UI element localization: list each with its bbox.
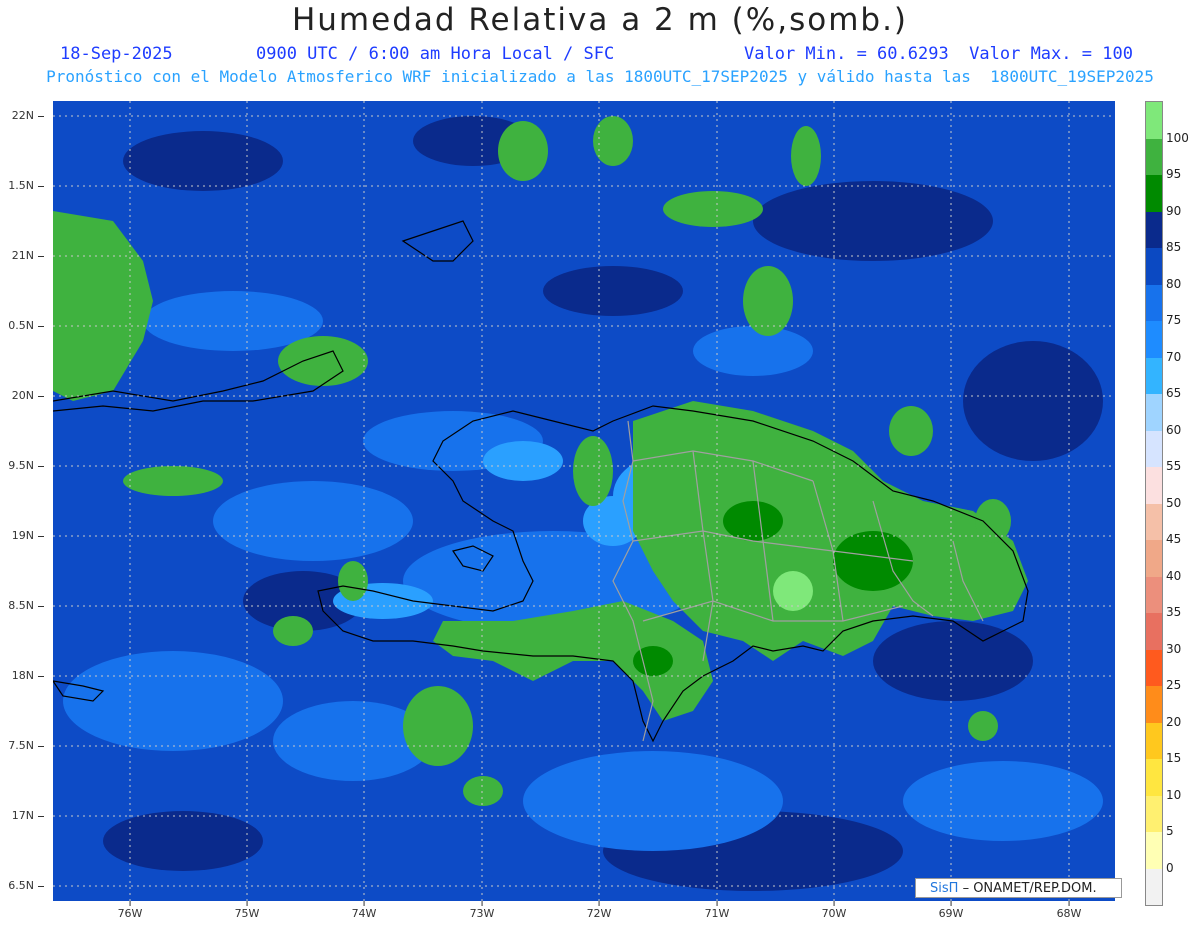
colorbar-segment <box>1146 503 1162 540</box>
lon-label: 72W <box>586 901 612 920</box>
colorbar-segment <box>1146 175 1162 212</box>
lon-label: 76W <box>117 901 143 920</box>
colorbar-label: 25 <box>1166 678 1182 692</box>
colorbar-label: 20 <box>1166 714 1182 729</box>
colorbar-label: 70 <box>1166 349 1182 364</box>
lon-label: 75W <box>234 901 260 920</box>
colorbar-label: 10 <box>1166 787 1182 802</box>
colorbar-segment <box>1146 649 1162 686</box>
colorbar-segment <box>1146 394 1162 431</box>
colorbar-segment <box>1146 795 1162 832</box>
field-lightgreen-patch <box>773 571 813 611</box>
lat-label: 1.5N <box>0 179 44 192</box>
colorbar-segment <box>1146 138 1162 175</box>
lat-label: 21N <box>0 249 44 262</box>
colorbar-segment <box>1146 540 1162 577</box>
forecast-info: Pronóstico con el Modelo Atmosferico WRF… <box>46 67 1154 86</box>
lon-label: 71W <box>704 901 730 920</box>
humidity-map <box>53 101 1115 901</box>
colorbar-segment <box>1146 248 1162 285</box>
lat-label: 17N <box>0 809 44 822</box>
colorbar-segment <box>1146 467 1162 504</box>
colorbar-label: 0 <box>1166 860 1174 875</box>
colorbar-label: 60 <box>1166 422 1182 437</box>
lon-label: 68W <box>1056 901 1082 920</box>
lon-label: 74W <box>351 901 377 920</box>
colorbar-segment <box>1146 284 1162 321</box>
colorbar-label: 35 <box>1166 605 1182 619</box>
credit-text: – ONAMET/REP.DOM. <box>962 881 1097 896</box>
lat-label: 19N <box>0 529 44 542</box>
colorbar-label: 95 <box>1166 167 1182 181</box>
lon-label: 70W <box>821 901 847 920</box>
lon-label: 69W <box>938 901 964 920</box>
colorbar-label: 100 <box>1166 130 1189 145</box>
colorbar-segment <box>1146 357 1162 394</box>
colorbar-segment <box>1146 321 1162 358</box>
colorbar-segment <box>1146 102 1162 139</box>
colorbar-segment <box>1146 832 1162 869</box>
colorbar-label: 30 <box>1166 641 1182 656</box>
colorbar-label: 45 <box>1166 532 1182 546</box>
lat-label: 7.5N <box>0 739 44 752</box>
stats-label: Valor Min. = 60.6293 Valor Max. = 100 <box>744 44 1133 64</box>
colorbar <box>1145 101 1163 906</box>
colorbar-label: 90 <box>1166 203 1182 218</box>
date-label: 18-Sep-2025 <box>60 44 173 64</box>
time-label: 0900 UTC / 6:00 am Hora Local / SFC <box>256 44 615 64</box>
colorbar-label: 80 <box>1166 276 1182 291</box>
lon-label: 73W <box>469 901 495 920</box>
colorbar-segment <box>1146 759 1162 796</box>
colorbar-label: 40 <box>1166 568 1182 583</box>
lat-label: 22N <box>0 109 44 122</box>
colorbar-segment <box>1146 576 1162 613</box>
colorbar-label: 15 <box>1166 751 1182 765</box>
lat-label: 9.5N <box>0 459 44 472</box>
colorbar-segment <box>1146 211 1162 248</box>
colorbar-label: 5 <box>1166 824 1174 838</box>
lat-label: 8.5N <box>0 599 44 612</box>
sispi-logo: SisΠ <box>930 881 959 896</box>
colorbar-label: 75 <box>1166 313 1182 327</box>
lat-label: 6.5N <box>0 879 44 892</box>
lat-label: 18N <box>0 669 44 682</box>
colorbar-label: 85 <box>1166 240 1182 254</box>
credit-box: SisΠ – ONAMET/REP.DOM. <box>915 878 1122 898</box>
colorbar-segment <box>1146 686 1162 723</box>
colorbar-segment <box>1146 613 1162 650</box>
chart-title: Humedad Relativa a 2 m (%,somb.) <box>291 2 909 38</box>
colorbar-segment <box>1146 868 1162 905</box>
lat-label: 0.5N <box>0 319 44 332</box>
colorbar-segment <box>1146 722 1162 759</box>
colorbar-label: 65 <box>1166 386 1182 400</box>
map-canvas <box>53 101 1115 901</box>
colorbar-label: 50 <box>1166 495 1182 510</box>
colorbar-label: 55 <box>1166 459 1182 473</box>
lat-label: 20N <box>0 389 44 402</box>
colorbar-segment <box>1146 430 1162 467</box>
